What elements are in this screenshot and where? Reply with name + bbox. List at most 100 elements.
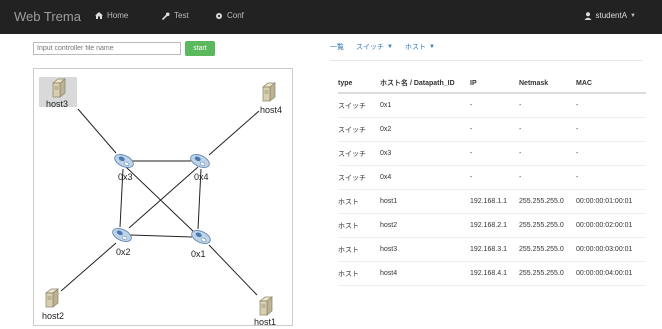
brand-title[interactable]: Web Trema [14,9,81,24]
cell-ip: - [470,93,519,118]
cell-netmask: 255.255.255.0 [519,261,576,286]
cell-ip: 192.168.3.1 [470,237,519,262]
table-row[interactable]: ホスト host4 192.168.4.1 255.255.255.0 00:0… [338,261,646,286]
link-0x2-0x1 [129,234,193,238]
tab-switches-label: スイッチ [356,44,384,51]
table-row[interactable]: スイッチ 0x2 - - - [338,117,646,142]
cell-name: 0x1 [380,93,470,118]
cell-mac: - [576,141,646,166]
cell-mac: 00:00:00:01:00:01 [576,189,646,214]
cell-netmask: 255.255.255.0 [519,189,576,214]
host3-label: host3 [46,99,69,109]
table-row[interactable]: ホスト host1 192.168.1.1 255.255.255.0 00:0… [338,189,646,214]
user-menu[interactable]: studentA ▼ [584,11,636,20]
controller-file-input[interactable] [33,42,181,55]
switch-0x2-icon[interactable] [110,225,134,245]
host4-icon[interactable] [262,82,276,102]
switch-0x3-label: 0x3 [118,172,133,182]
cell-name: host4 [380,261,470,286]
cell-type: スイッチ [338,117,380,142]
cell-type: スイッチ [338,165,380,190]
cell-mac: - [576,93,646,118]
column-header-mac: MAC [576,74,646,94]
host2-label: host2 [42,311,65,321]
cell-ip: - [470,141,519,166]
gear-icon [216,12,222,19]
switch-0x4-icon[interactable] [188,151,212,171]
table-row[interactable]: スイッチ 0x1 - - - [338,93,646,118]
cell-netmask: - [519,93,576,118]
cell-netmask: - [519,141,576,166]
table-row[interactable]: スイッチ 0x3 - - - [338,141,646,166]
cell-mac: - [576,165,646,190]
wrench-icon [162,12,170,20]
cell-mac: 00:00:00:03:00:01 [576,237,646,262]
nav-conf-label: Conf [227,11,244,20]
switch-0x1-label: 0x1 [191,249,206,259]
nav-home-label: Home [107,11,129,20]
cell-netmask: - [519,117,576,142]
tab-list-label: 一覧 [330,44,344,51]
tabs-divider [330,60,642,61]
cell-type: ホスト [338,213,380,238]
home-icon [95,12,103,19]
link-0x1-host1 [208,244,258,296]
tab-hosts[interactable]: ホスト ▼ [405,42,435,52]
cell-mac: 00:00:00:04:00:01 [576,261,646,286]
user-menu-label: studentA [595,11,628,20]
host2-icon[interactable] [45,288,59,308]
cell-name: 0x2 [380,117,470,142]
chevron-down-icon: ▼ [428,44,435,50]
table-row[interactable]: スイッチ 0x4 - - - [338,165,646,190]
user-icon [584,11,592,20]
cell-netmask: 255.255.255.0 [519,213,576,238]
cell-name: host1 [380,189,470,214]
cell-ip: 192.168.1.1 [470,189,519,214]
start-button[interactable]: start [185,41,215,56]
nav-conf[interactable]: Conf [215,11,244,20]
host1-label: host1 [254,317,277,327]
nav-test[interactable]: Test [162,11,189,20]
cell-ip: 192.168.2.1 [470,213,519,238]
cell-name: 0x4 [380,165,470,190]
host3-icon[interactable] [52,78,66,98]
cell-netmask: - [519,165,576,190]
table-header-row: type ホスト名 / Datapath_ID IP Netmask MAC [338,74,646,94]
cell-ip: 192.168.4.1 [470,261,519,286]
cell-type: ホスト [338,189,380,214]
navbar: Web Trema Home Test Conf studentA ▼ [0,0,662,34]
node-table: type ホスト名 / Datapath_ID IP Netmask MAC ス… [338,74,646,286]
cell-netmask: 255.255.255.0 [519,237,576,262]
table-row[interactable]: ホスト host2 192.168.2.1 255.255.255.0 00:0… [338,213,646,238]
switch-0x3-icon[interactable] [112,151,136,171]
tab-hosts-label: ホスト [404,44,426,51]
cell-type: スイッチ [338,93,380,118]
column-header-netmask: Netmask [519,74,576,94]
topology-view[interactable]: host3 host4 0x3 0x4 0x2 0x1 host2 host1 [33,68,293,327]
view-tabs: 一覧 スイッチ ▼ ホスト ▼ [330,42,447,52]
column-header-type: type [338,74,380,94]
link-0x4-0x2 [128,166,199,229]
cell-ip: - [470,165,519,190]
nav-home[interactable]: Home [95,11,128,20]
tab-switches[interactable]: スイッチ ▼ [356,42,393,52]
link-host3-0x3 [77,108,117,154]
cell-type: スイッチ [338,141,380,166]
cell-mac: - [576,117,646,142]
cell-mac: 00:00:00:02:00:01 [576,213,646,238]
host4-label: host4 [260,105,283,115]
cell-name: host3 [380,237,470,262]
cell-ip: - [470,117,519,142]
link-0x2-host2 [60,242,117,292]
cell-type: ホスト [338,237,380,262]
table-row[interactable]: ホスト host3 192.168.3.1 255.255.255.0 00:0… [338,237,646,262]
cell-name: host2 [380,213,470,238]
column-header-ip: IP [470,74,519,94]
host1-icon[interactable] [259,296,273,316]
nav-test-label: Test [174,11,189,20]
switch-0x2-label: 0x2 [116,247,131,257]
chevron-down-icon: ▼ [630,12,636,19]
tab-list[interactable]: 一覧 [330,42,344,52]
link-host4-0x4 [208,110,260,156]
cell-name: 0x3 [380,141,470,166]
